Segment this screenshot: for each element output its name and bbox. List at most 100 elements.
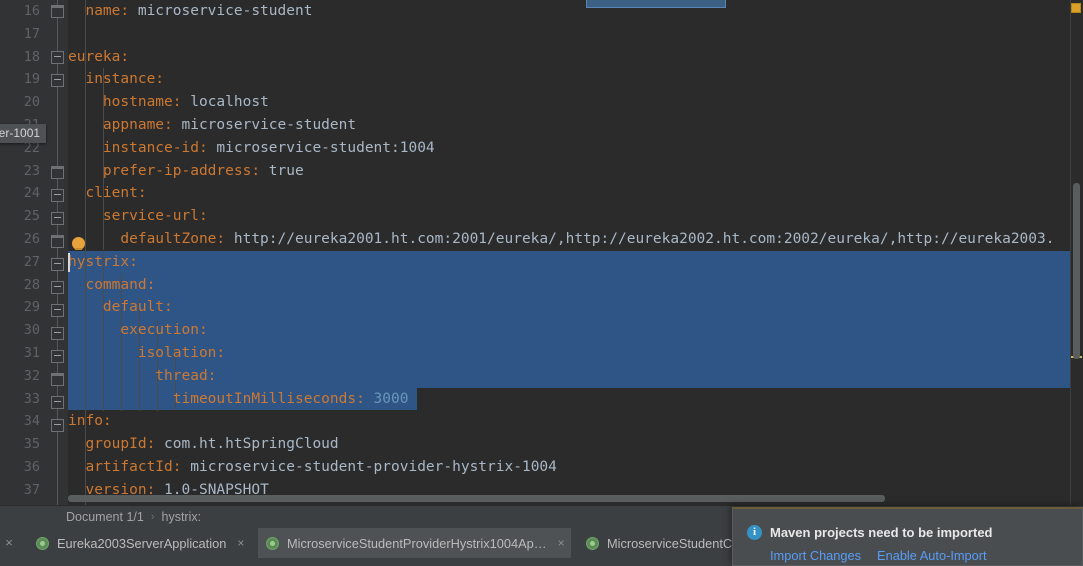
line-number: 36: [23, 458, 40, 475]
fold-marker[interactable]: [51, 51, 64, 64]
line-number: 20: [23, 94, 40, 111]
code-text: isolation:: [68, 345, 225, 361]
fold-marker[interactable]: [51, 5, 64, 18]
code-editor[interactable]: 16 name: microservice-student 17 18 eureka:…: [0, 0, 1083, 505]
code-text: execution:: [68, 322, 207, 338]
ide-window: 16 name: microservice-student 17 18 eureka:…: [0, 0, 1083, 566]
fold-marker[interactable]: [51, 235, 64, 248]
run-tab-label: MicroserviceStudentCo: [607, 535, 740, 551]
line-number: 35: [23, 436, 40, 453]
yaml-key: name:: [68, 3, 130, 19]
info-icon: i: [747, 525, 762, 540]
yaml-value: true: [260, 162, 304, 179]
yaml-key: timeoutInMilliseconds:: [68, 390, 365, 407]
fold-marker[interactable]: [51, 327, 64, 340]
fold-marker[interactable]: [51, 74, 64, 87]
close-icon[interactable]: ×: [558, 536, 565, 550]
fold-marker[interactable]: [51, 350, 64, 363]
yaml-value: localhost: [181, 94, 269, 111]
fold-marker[interactable]: [51, 304, 64, 317]
fold-marker[interactable]: [51, 166, 64, 179]
close-icon[interactable]: ×: [237, 536, 244, 550]
code-line[interactable]: 34 info:: [0, 410, 1083, 433]
line-number: 32: [23, 367, 40, 384]
spring-run-icon: [266, 536, 281, 551]
floating-tab-chip[interactable]: der-1001: [0, 124, 47, 143]
enable-auto-import-link[interactable]: Enable Auto-Import: [877, 548, 987, 563]
line-number: 28: [23, 276, 40, 293]
yaml-value: http://eureka2001.ht.com:2001/eureka/,ht…: [225, 230, 1055, 247]
run-tab-microservicestudentproviderhystrix1004app[interactable]: MicroserviceStudentProviderHystrix1004Ap…: [258, 528, 571, 558]
run-tab-microservicestudentco[interactable]: MicroserviceStudentCo: [578, 528, 745, 558]
yaml-key: hostname:: [68, 94, 182, 111]
fold-marker[interactable]: [51, 373, 64, 386]
import-changes-link[interactable]: Import Changes: [770, 548, 861, 563]
fold-marker[interactable]: [51, 258, 64, 271]
code-text: hystrix:: [68, 254, 138, 270]
yaml-key: client:: [68, 185, 147, 202]
line-number: 27: [23, 253, 40, 270]
code-line[interactable]: 24 client:: [0, 182, 1083, 205]
code-text: service-url:: [68, 208, 208, 224]
text-caret: [68, 252, 70, 272]
fold-marker[interactable]: [51, 212, 64, 225]
code-line[interactable]: 18 eureka:: [0, 46, 1083, 69]
code-line[interactable]: 16 name: microservice-student: [0, 0, 1083, 23]
code-text: prefer-ip-address: true: [68, 163, 304, 179]
code-line[interactable]: 26 defaultZone: http://eureka2001.ht.com…: [0, 228, 1083, 251]
close-icon[interactable]: ×: [1, 535, 17, 551]
code-line[interactable]: 21 appname: microservice-student: [0, 114, 1083, 137]
code-text: thread:: [68, 368, 216, 384]
code-line[interactable]: 23 prefer-ip-address: true: [0, 160, 1083, 183]
yaml-key: artifactId:: [68, 458, 182, 475]
run-tab-label: MicroserviceStudentProviderHystrix1004Ap…: [287, 535, 547, 551]
code-line[interactable]: 19 instance:: [0, 68, 1083, 91]
maven-import-notification[interactable]: i Maven projects need to be imported Imp…: [732, 507, 1083, 566]
code-line[interactable]: 20 hostname: localhost: [0, 91, 1083, 114]
code-text: client:: [68, 185, 147, 202]
yaml-value: microservice-student:1004: [207, 139, 435, 156]
selection-highlight: [68, 250, 1070, 388]
yaml-value: 3000: [364, 390, 409, 407]
yaml-value: microservice-student-provider-hystrix-10…: [181, 458, 557, 475]
fold-marker[interactable]: [51, 419, 64, 432]
code-text: timeoutInMilliseconds: 3000: [68, 390, 409, 407]
fold-marker[interactable]: [51, 396, 64, 409]
code-line[interactable]: 35 groupId: com.ht.htSpringCloud: [0, 433, 1083, 456]
active-editor-tab-marker[interactable]: [586, 0, 726, 8]
run-tab-eureka2003serverapplication[interactable]: Eureka2003ServerApplication ×: [28, 528, 250, 558]
code-line[interactable]: 17: [0, 23, 1083, 46]
code-text: instance:: [68, 71, 164, 87]
warning-stripe-marker[interactable]: [1071, 3, 1081, 13]
vertical-scrollbar-thumb[interactable]: [1073, 183, 1080, 359]
code-text: instance-id: microservice-student:1004: [68, 140, 435, 156]
spring-run-icon: [586, 536, 601, 551]
code-text: appname: microservice-student: [68, 117, 356, 133]
yaml-key: instance:: [68, 71, 165, 88]
line-number: 18: [23, 48, 40, 65]
code-text: hostname: localhost: [68, 94, 269, 110]
code-line[interactable]: 33 timeoutInMilliseconds: 3000: [0, 388, 1083, 411]
code-text: artifactId: microservice-student-provide…: [68, 458, 557, 475]
code-line[interactable]: 22 instance-id: microservice-student:100…: [0, 137, 1083, 160]
breadcrumb[interactable]: Document 1/1 › hystrix:: [66, 506, 201, 529]
line-number: 34: [23, 413, 40, 430]
breadcrumb-item-hystrix[interactable]: hystrix:: [162, 506, 202, 529]
intention-bulb-icon[interactable]: [72, 237, 85, 250]
code-text: default:: [68, 299, 173, 315]
fold-marker[interactable]: [51, 281, 64, 294]
yaml-value: microservice-student: [129, 3, 313, 19]
horizontal-scrollbar-thumb[interactable]: [68, 495, 885, 502]
fold-marker[interactable]: [51, 189, 64, 202]
line-number: 25: [23, 208, 40, 225]
breadcrumb-item-document[interactable]: Document 1/1: [66, 506, 144, 529]
code-text: command:: [68, 277, 155, 293]
yaml-key: default:: [68, 299, 173, 316]
yaml-value: microservice-student: [172, 116, 357, 133]
yaml-key: service-url:: [68, 208, 208, 225]
code-line[interactable]: 36 artifactId: microservice-student-prov…: [0, 456, 1083, 479]
code-text: groupId: com.ht.htSpringCloud: [68, 436, 338, 452]
yaml-key: eureka:: [68, 48, 130, 65]
code-line[interactable]: 25 service-url:: [0, 205, 1083, 228]
line-number: 33: [23, 390, 40, 407]
